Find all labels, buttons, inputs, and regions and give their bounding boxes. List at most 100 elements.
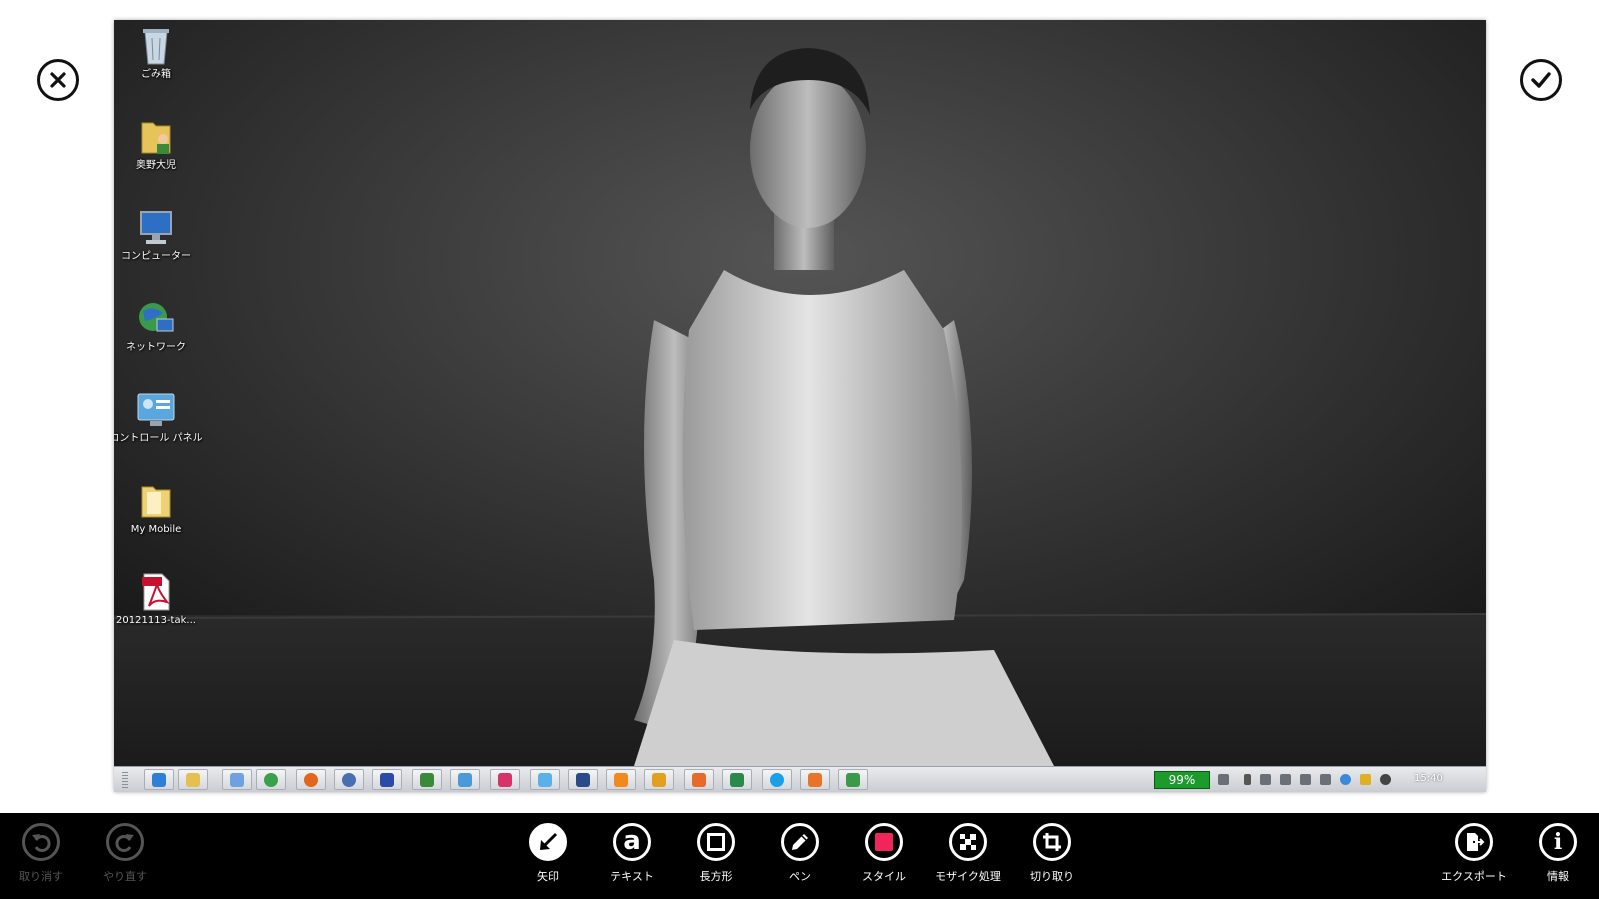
rectangle-icon — [707, 833, 725, 851]
desktop-icon[interactable]: 20121113-tak... — [114, 572, 198, 627]
pen-circle — [781, 823, 819, 861]
taskbar-app-button[interactable] — [256, 769, 286, 790]
network-tray-icon[interactable] — [1340, 774, 1351, 785]
taskbar-app-button[interactable] — [722, 769, 752, 790]
taskbar-app-button[interactable] — [838, 769, 868, 790]
taskbar-app-button[interactable] — [450, 769, 480, 790]
desktop-icon[interactable]: ごみ箱 — [114, 26, 198, 81]
tool-arrow-button[interactable]: 矢印 — [506, 823, 590, 884]
redo-circle — [106, 823, 144, 861]
taskbar-app-button[interactable] — [296, 769, 326, 790]
desktop-icon[interactable]: 奥野大児 — [114, 117, 198, 172]
taskbar-grip[interactable] — [122, 772, 128, 788]
desktop-icon-label: ネットワーク — [126, 342, 186, 353]
tool-mosaic-button[interactable]: モザイク処理 — [926, 823, 1010, 884]
redo-button[interactable]: やり直す — [83, 823, 167, 884]
undo-circle — [22, 823, 60, 861]
dropbox-icon — [538, 772, 552, 787]
app-bar: 取り消す やり直す 矢印 a テキスト 長方形 ペン スタイル モザイク処理 切… — [0, 813, 1599, 899]
signal-icon[interactable] — [1300, 774, 1311, 785]
arrow-circle — [529, 823, 567, 861]
desktop-icon[interactable]: ネットワーク — [114, 299, 198, 354]
desktop-icon[interactable]: My Mobile — [114, 481, 198, 536]
taskbar-app-button[interactable] — [568, 769, 598, 790]
tool-label: 長方形 — [699, 870, 733, 883]
user-folder-icon — [141, 122, 171, 154]
close-icon — [50, 72, 66, 88]
taskbar-app-button[interactable] — [684, 769, 714, 790]
screen-capture-editor: ごみ箱 奥野大児 コンピューター ネットワーク コントロール パネル My Mo… — [0, 0, 1599, 899]
export-label: エクスポート — [1441, 870, 1507, 883]
redo-icon — [115, 834, 134, 852]
tool-pen-button[interactable]: ペン — [758, 823, 842, 884]
browser-icon — [152, 772, 166, 787]
taskbar-app-button[interactable] — [530, 769, 560, 790]
battery-indicator[interactable]: 99% — [1154, 771, 1210, 789]
app-icon — [420, 772, 434, 787]
taskbar-app-button[interactable] — [334, 769, 364, 790]
taskbar-app-button[interactable] — [762, 769, 792, 790]
app-icon — [230, 772, 244, 787]
recycle-bin-icon — [143, 29, 169, 65]
confirm-button[interactable] — [1520, 59, 1562, 101]
device-icon[interactable] — [1280, 774, 1291, 785]
tool-crop-button[interactable]: 切り取り — [1010, 823, 1094, 884]
chrome-icon — [264, 772, 278, 787]
drive-sync-icon[interactable] — [1360, 774, 1371, 785]
tool-text-button[interactable]: a テキスト — [590, 823, 674, 884]
arrow-icon — [540, 832, 558, 850]
taskbar-clock[interactable]: 15:40 — [1414, 773, 1443, 784]
desktop-icon-label: コントロール パネル — [114, 433, 203, 444]
flag-icon[interactable] — [1260, 774, 1271, 785]
network-icon — [139, 303, 174, 332]
taskbar: 99% 15:40 — [114, 766, 1486, 792]
export-icon — [1467, 833, 1485, 851]
taskbar-app-button[interactable] — [372, 769, 402, 790]
tool-style-button[interactable]: スタイル — [842, 823, 926, 884]
desktop-icon-label: 20121113-tak... — [116, 615, 196, 626]
excel-icon — [730, 772, 744, 787]
tool-label: ペン — [789, 870, 811, 883]
taskbar-app-button[interactable] — [144, 769, 174, 790]
pdf-file-icon — [142, 573, 170, 611]
taskbar-app-button[interactable] — [606, 769, 636, 790]
power-plug-icon[interactable] — [1218, 774, 1229, 785]
crop-circle — [1033, 823, 1071, 861]
tool-label: モザイク処理 — [935, 870, 1001, 883]
cancel-button[interactable] — [37, 59, 79, 101]
screenshot-preview[interactable]: ごみ箱 奥野大児 コンピューター ネットワーク コントロール パネル My Mo… — [114, 20, 1486, 792]
app-icon — [846, 772, 860, 787]
volume-icon[interactable] — [1320, 774, 1331, 785]
info-circle: i — [1539, 823, 1577, 861]
taskbar-app-button[interactable] — [412, 769, 442, 790]
rectangle-circle — [697, 823, 735, 861]
taskbar-app-button[interactable] — [644, 769, 674, 790]
app-icon — [458, 772, 472, 787]
desktop-wallpaper — [114, 20, 1486, 766]
info-icon: i — [1553, 829, 1563, 855]
undo-icon — [32, 834, 51, 852]
text-circle: a — [613, 823, 651, 861]
undo-label: 取り消す — [19, 870, 63, 883]
desktop-icon[interactable]: コントロール パネル — [114, 390, 203, 445]
info-button[interactable]: i 情報 — [1516, 823, 1599, 884]
tool-rectangle-button[interactable]: 長方形 — [674, 823, 758, 884]
taskbar-app-button[interactable] — [178, 769, 208, 790]
firefox-icon — [304, 772, 318, 787]
taskbar-app-button[interactable] — [222, 769, 252, 790]
tool-label: スタイル — [862, 870, 906, 883]
desktop-icon-label: My Mobile — [130, 524, 182, 535]
export-button[interactable]: エクスポート — [1432, 823, 1516, 884]
folder-icon — [141, 486, 171, 518]
checkmark-icon — [1531, 72, 1551, 88]
ime-icon[interactable] — [1380, 774, 1391, 785]
desktop-icon[interactable]: コンピューター — [114, 208, 198, 263]
chevron-up-icon[interactable] — [1244, 774, 1251, 785]
taskbar-app-button[interactable] — [800, 769, 830, 790]
style-swatch-icon — [875, 833, 893, 851]
style-circle — [865, 823, 903, 861]
taskbar-app-button[interactable] — [490, 769, 520, 790]
desktop-icon-label: 奥野大児 — [136, 160, 176, 171]
undo-button[interactable]: 取り消す — [0, 823, 83, 884]
info-label: 情報 — [1547, 870, 1569, 883]
